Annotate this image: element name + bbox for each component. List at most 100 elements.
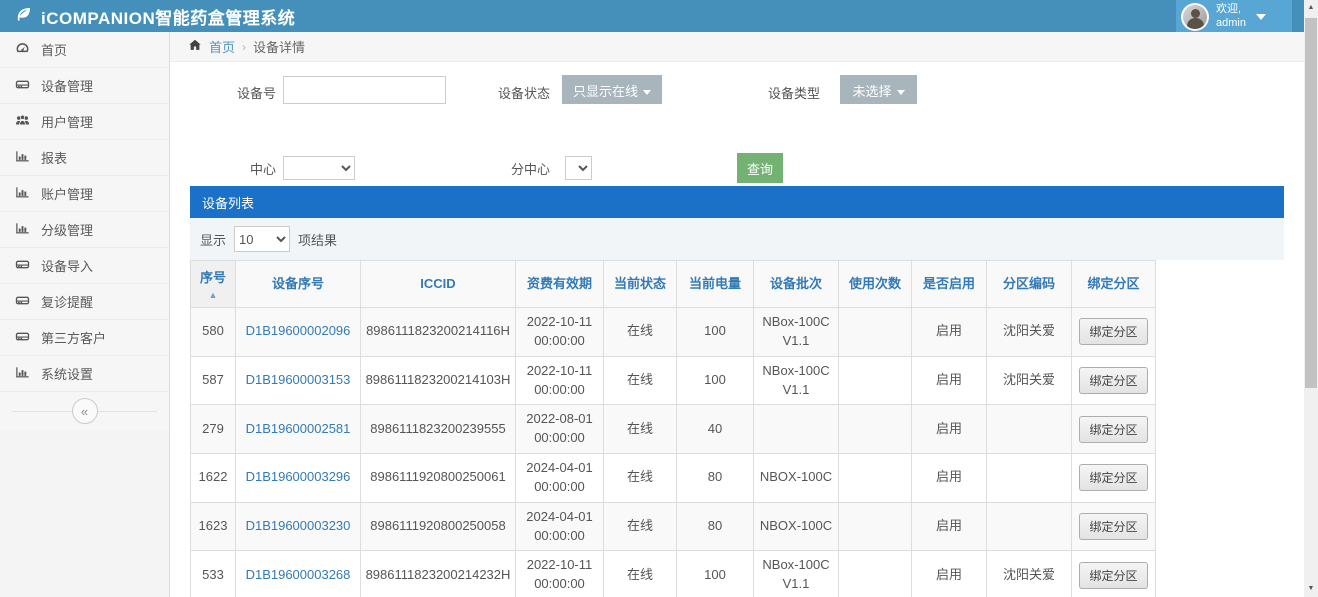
- column-header-8[interactable]: 是否启用: [912, 261, 987, 308]
- sidebar-item-label: 设备管理: [41, 76, 93, 95]
- breadcrumb-home-link[interactable]: 首页: [209, 37, 235, 56]
- device-status-dropdown[interactable]: 只显示在线: [562, 75, 662, 104]
- cell-batch: NBox-100C V1.1: [754, 356, 839, 405]
- column-header-4[interactable]: 当前状态: [604, 261, 677, 308]
- device-list-panel: 设备列表 显示 10 项结果 序号▲设备序号ICCID资费有效期当前状态当前电量…: [190, 186, 1284, 597]
- cell-status: 在线: [604, 356, 677, 405]
- device-serial-link[interactable]: D1B19600003230: [246, 518, 351, 533]
- table-row: 533 D1B19600003268 8986111823200214232H202…: [191, 551, 1156, 597]
- vertical-scrollbar[interactable]: ▲ ▼: [1304, 0, 1318, 597]
- cell-action: 绑定分区: [1072, 502, 1156, 551]
- bind-zone-button[interactable]: 绑定分区: [1079, 513, 1147, 540]
- app-title: iCOMPANION智能药盒管理系统: [41, 4, 295, 29]
- bar-chart-icon: [15, 149, 30, 167]
- cell-batch: NBOX-100C: [754, 454, 839, 503]
- sidebar-item-9[interactable]: 系统设置: [0, 356, 169, 392]
- device-serial-link[interactable]: D1B19600003268: [246, 567, 351, 582]
- sidebar-collapse-button[interactable]: «: [72, 398, 98, 424]
- sidebar-item-4[interactable]: 账户管理: [0, 176, 169, 212]
- scroll-up-arrow-icon[interactable]: ▲: [1304, 0, 1318, 16]
- cell-battery: 100: [677, 308, 754, 357]
- cell-iccid: 8986111823200214116H: [361, 308, 516, 357]
- column-header-1[interactable]: 设备序号: [236, 261, 361, 308]
- device-no-input[interactable]: [283, 76, 446, 104]
- chevron-down-icon: [897, 90, 905, 95]
- center-select[interactable]: [283, 156, 355, 180]
- cell-valid-until: 2022-10-11 00:00:00: [516, 551, 604, 597]
- show-label: 显示: [200, 230, 226, 249]
- sidebar-item-8[interactable]: 第三方客户: [0, 320, 169, 356]
- cell-valid-until: 2024-04-01 00:00:00: [516, 502, 604, 551]
- sidebar-item-2[interactable]: 用户管理: [0, 104, 169, 140]
- cell-batch: NBOX-100C: [754, 502, 839, 551]
- device-type-dropdown[interactable]: 未选择: [840, 75, 917, 104]
- cell-batch: NBox-100C V1.1: [754, 551, 839, 597]
- cell-seq: 1623: [191, 502, 236, 551]
- sidebar-item-7[interactable]: 复诊提醒: [0, 284, 169, 320]
- scroll-down-arrow-icon[interactable]: ▼: [1304, 581, 1318, 597]
- sidebar-item-6[interactable]: 设备导入: [0, 248, 169, 284]
- column-header-2[interactable]: ICCID: [361, 261, 516, 308]
- sidebar-item-1[interactable]: 设备管理: [0, 68, 169, 104]
- bar-chart-icon: [15, 221, 30, 239]
- hdd-icon: [15, 329, 30, 347]
- breadcrumb: 首页 › 设备详情: [170, 32, 1304, 62]
- device-serial-link[interactable]: D1B19600003296: [246, 469, 351, 484]
- cell-batch: NBox-100C V1.1: [754, 308, 839, 357]
- sidebar-collapse-row: «: [0, 392, 169, 430]
- device-serial-link[interactable]: D1B19600002581: [246, 421, 351, 436]
- cell-action: 绑定分区: [1072, 356, 1156, 405]
- cell-status: 在线: [604, 405, 677, 454]
- cell-serial: D1B19600003230: [236, 502, 361, 551]
- sidebar-nav: 首页设备管理用户管理报表账户管理分级管理设备导入复诊提醒第三方客户系统设置: [0, 32, 169, 392]
- scrollbar-thumb[interactable]: [1305, 18, 1317, 388]
- column-header-6[interactable]: 设备批次: [754, 261, 839, 308]
- cell-enabled: 启用: [912, 551, 987, 597]
- table-row: 587D1B196000031538986111823200214103H202…: [191, 356, 1156, 405]
- hdd-icon: [15, 257, 30, 275]
- subcenter-select[interactable]: [565, 156, 592, 180]
- cell-status: 在线: [604, 502, 677, 551]
- cell-seq: 580: [191, 308, 236, 357]
- column-header-9[interactable]: 分区编码: [987, 261, 1072, 308]
- users-icon: [15, 113, 30, 131]
- sidebar-item-5[interactable]: 分级管理: [0, 212, 169, 248]
- gauge-icon: [15, 41, 30, 59]
- column-header-3[interactable]: 资费有效期: [516, 261, 604, 308]
- bind-zone-button[interactable]: 绑定分区: [1079, 464, 1147, 491]
- bind-zone-button[interactable]: 绑定分区: [1079, 318, 1147, 345]
- search-button[interactable]: 查询: [737, 153, 783, 183]
- sidebar-item-label: 用户管理: [41, 112, 93, 131]
- cell-status: 在线: [604, 551, 677, 597]
- user-avatar: [1181, 3, 1209, 31]
- sidebar-item-3[interactable]: 报表: [0, 140, 169, 176]
- cell-serial: D1B19600002096: [236, 308, 361, 357]
- bind-zone-button[interactable]: 绑定分区: [1079, 416, 1147, 443]
- sidebar: 首页设备管理用户管理报表账户管理分级管理设备导入复诊提醒第三方客户系统设置 «: [0, 32, 170, 597]
- bind-zone-button[interactable]: 绑定分区: [1079, 367, 1147, 394]
- user-menu[interactable]: 欢迎, admin: [1176, 0, 1292, 34]
- brand: iCOMPANION智能药盒管理系统: [0, 4, 295, 29]
- column-header-5[interactable]: 当前电量: [677, 261, 754, 308]
- home-icon: [188, 38, 202, 55]
- cell-enabled: 启用: [912, 405, 987, 454]
- column-header-0[interactable]: 序号▲: [191, 261, 236, 308]
- sidebar-item-label: 报表: [41, 148, 67, 167]
- cell-battery: 40: [677, 405, 754, 454]
- cell-seq: 533: [191, 551, 236, 597]
- cell-valid-until: 2022-08-01 00:00:00: [516, 405, 604, 454]
- column-header-7[interactable]: 使用次数: [839, 261, 912, 308]
- cell-serial: D1B19600003153: [236, 356, 361, 405]
- sidebar-item-0[interactable]: 首页: [0, 32, 169, 68]
- leaf-logo-icon: [14, 5, 33, 27]
- device-serial-link[interactable]: D1B19600003153: [246, 372, 351, 387]
- cell-iccid: 8986111823200214232H: [361, 551, 516, 597]
- cell-serial: D1B19600003268: [236, 551, 361, 597]
- device-serial-link[interactable]: D1B19600002096: [246, 323, 351, 338]
- column-header-10[interactable]: 绑定分区: [1072, 261, 1156, 308]
- cell-battery: 100: [677, 356, 754, 405]
- hdd-icon: [15, 77, 30, 95]
- bind-zone-button[interactable]: 绑定分区: [1079, 562, 1147, 589]
- results-label: 项结果: [298, 230, 337, 249]
- page-size-select[interactable]: 10: [234, 226, 290, 252]
